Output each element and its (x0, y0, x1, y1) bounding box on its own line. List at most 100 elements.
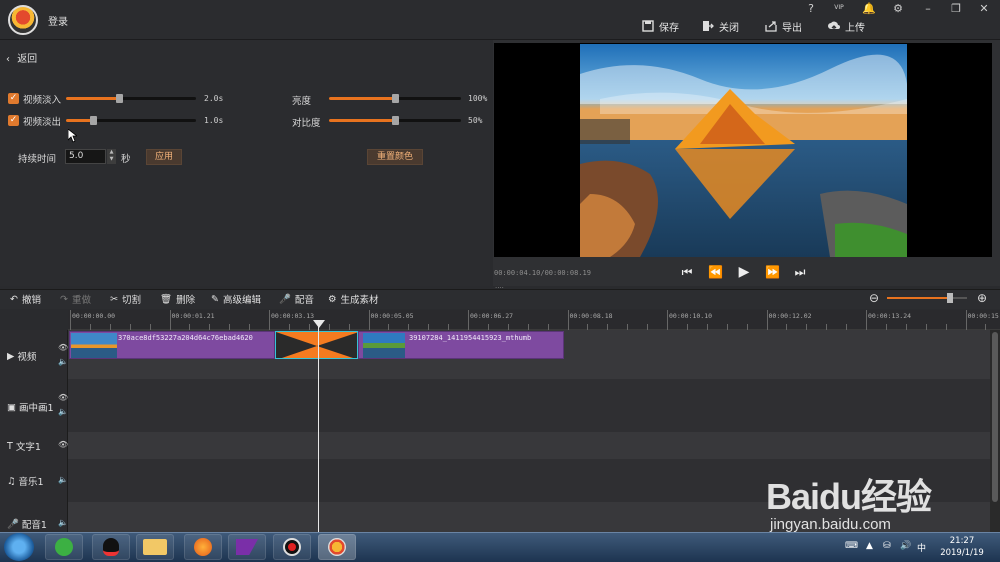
skip-start-icon[interactable]: ⏮ (680, 265, 694, 279)
save-button[interactable]: 保存 (642, 18, 679, 34)
export-button[interactable]: 导出 (765, 18, 802, 34)
fade-out-checkbox[interactable]: ✓ (8, 115, 19, 126)
fade-out-slider-handle[interactable] (90, 116, 97, 125)
video-editor-icon (328, 538, 346, 556)
ruler-tick (368, 310, 370, 330)
ruler-tick-label: 00:00:03.13 (271, 312, 315, 320)
eye-icon[interactable]: 👁 (58, 440, 68, 449)
zoom-slider-handle[interactable] (947, 293, 953, 303)
duration-spinner[interactable]: ▲ ▼ (107, 149, 116, 164)
skip-end-icon[interactable]: ⏭ (793, 265, 807, 279)
playhead-line[interactable] (318, 322, 319, 532)
back-button[interactable]: ‹ 返回 (6, 50, 37, 65)
speaker-icon[interactable]: 🔈 (58, 357, 68, 366)
eye-icon[interactable]: 👁 (58, 393, 68, 402)
start-button[interactable] (4, 533, 34, 561)
step-back-icon[interactable]: ⏪ (708, 265, 723, 279)
cut-label: 切割 (121, 295, 141, 306)
zoom-in-icon[interactable]: ⊕ (977, 291, 987, 305)
brightness-slider-handle[interactable] (392, 94, 399, 103)
keyboard-icon[interactable]: ⌨ (845, 541, 858, 551)
taskbar-app-editor[interactable] (228, 534, 266, 560)
taskbar-app-explorer[interactable] (136, 534, 174, 560)
ruler-tick-label: 00:00:13.24 (868, 312, 912, 320)
help-icon[interactable]: ? (803, 2, 819, 16)
apply-button[interactable]: 应用 (146, 149, 182, 165)
upload-icon (828, 21, 840, 31)
zoom-slider-fill (887, 297, 950, 299)
upload-button[interactable]: 上传 (828, 18, 865, 34)
duration-input[interactable]: 5.0 (65, 149, 106, 164)
timeline-scrollbar-thumb[interactable] (992, 332, 998, 502)
dub-button[interactable]: 🎤 配音 (279, 293, 314, 307)
ruler-tick-label: 00:00:00.00 (72, 312, 116, 320)
undo-button[interactable]: ↶ 撤销 (10, 293, 41, 307)
contrast-slider-handle[interactable] (392, 116, 399, 125)
taskbar-app-360[interactable] (45, 534, 83, 560)
user-avatar[interactable] (8, 5, 38, 35)
voice-track-label: 🎤 配音1 (7, 517, 47, 532)
ruler-tick (468, 310, 469, 330)
taskbar-app-qq[interactable] (92, 534, 130, 560)
contrast-slider-fill (329, 119, 395, 122)
reset-color-button[interactable]: 重置颜色 (367, 149, 423, 165)
chevron-left-icon: ‹ (6, 54, 10, 65)
bell-icon[interactable]: 🔔 (861, 2, 877, 16)
speaker-icon[interactable]: 🔈 (58, 518, 68, 527)
trash-icon: 🗑 (160, 293, 173, 305)
fade-in-slider-handle[interactable] (116, 94, 123, 103)
fade-out-slider-fill (66, 119, 92, 122)
close-button[interactable]: 关闭 (702, 18, 739, 34)
speaker-icon[interactable]: 🔈 (58, 407, 68, 416)
zoom-out-icon[interactable]: ⊖ (869, 291, 879, 305)
play-icon[interactable]: ▶ (737, 265, 751, 279)
preview-image (580, 44, 907, 257)
brightness-slider[interactable] (329, 94, 461, 103)
fade-out-slider[interactable] (66, 116, 196, 125)
fade-in-slider[interactable] (66, 94, 196, 103)
input-method-icon[interactable]: 中 (917, 541, 926, 554)
video-clip[interactable]: 370ace8df53227a204d64c76ebad4620 (69, 331, 275, 359)
taskbar-app-firefox[interactable] (184, 534, 222, 560)
generate-material-button[interactable]: ⚙ 生成素材 (328, 293, 379, 307)
film-reel-icon: ⚙ (328, 293, 337, 305)
fade-in-checkbox[interactable]: ✓ (8, 93, 19, 104)
tray-expand-icon[interactable]: ▲ (866, 541, 873, 551)
delete-button[interactable]: 🗑 删除 (160, 293, 195, 307)
baidu-watermark: Baidu经验 jingyan.baidu.com (762, 458, 962, 538)
vip-icon[interactable]: VIP (831, 4, 847, 18)
ruler-tick (70, 310, 71, 330)
taskbar-app-video-editor[interactable] (318, 534, 356, 560)
mic-icon: 🎤 (279, 293, 291, 305)
minimize-icon[interactable]: – (920, 2, 936, 16)
volume-icon[interactable]: 🔊 (900, 541, 911, 551)
pip-track[interactable] (68, 379, 990, 432)
ruler-tick-label: 00:00:06.27 (470, 312, 514, 320)
login-link[interactable]: 登录 (48, 13, 68, 28)
ruler-tick (965, 310, 967, 330)
contrast-slider[interactable] (329, 116, 461, 125)
video-clip[interactable]: 39107284_1411954415923_mthumb (358, 331, 564, 359)
taskbar-app-recorder[interactable] (273, 534, 311, 560)
taskbar-clock[interactable]: 21:27 2019/1/19 (934, 535, 990, 559)
settings-icon[interactable]: ⚙ (890, 2, 906, 16)
network-icon[interactable]: ⛁ (883, 541, 891, 551)
brightness-label: 亮度 (292, 96, 312, 107)
timeline-ruler[interactable]: 00:00:00.00 00:00:01.21 00:00:03.13 00:00:0… (68, 310, 1000, 330)
close-window-icon[interactable]: ✕ (976, 2, 992, 16)
eye-icon[interactable]: 👁 (58, 343, 68, 352)
redo-button[interactable]: ↷ 重做 (60, 293, 91, 307)
restore-icon[interactable]: ❐ (948, 2, 964, 16)
duration-label: 持续时间 (18, 154, 57, 165)
brightness-slider-fill (329, 97, 395, 100)
playhead-handle[interactable] (313, 320, 325, 328)
cut-button[interactable]: ✂ 切割 (110, 293, 141, 307)
dub-label: 配音 (294, 295, 314, 306)
transition-clip[interactable] (275, 331, 358, 359)
step-forward-icon[interactable]: ⏩ (765, 265, 780, 279)
advanced-edit-button[interactable]: ✎ 高级编辑 (211, 293, 261, 307)
text-track[interactable] (68, 432, 990, 459)
speaker-icon[interactable]: 🔈 (58, 475, 68, 484)
mic-icon: 🎤 (7, 518, 19, 530)
contrast-label: 对比度 (292, 118, 321, 129)
